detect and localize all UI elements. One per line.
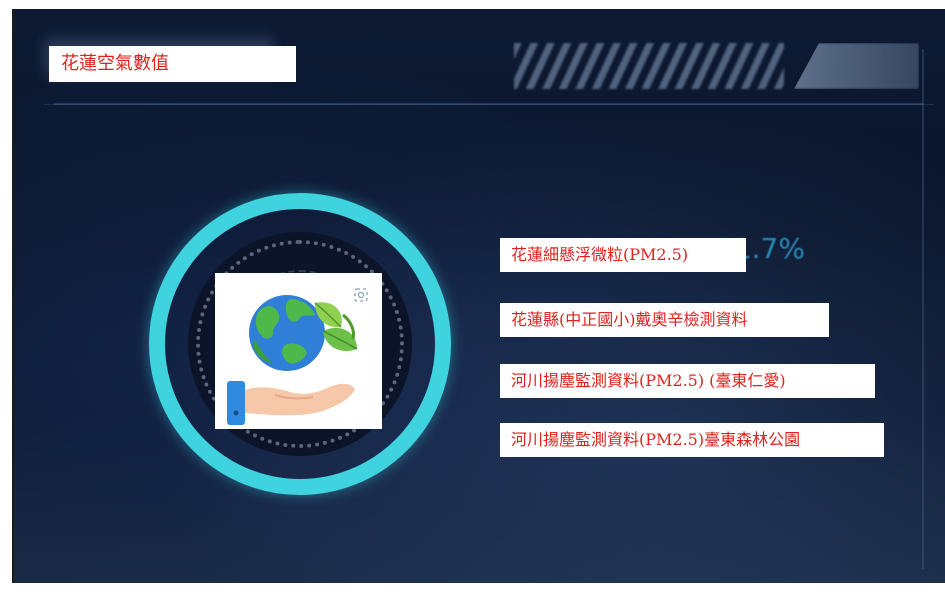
link-hualien-dioxin[interactable]: 花蓮縣(中正國小)戴奧辛檢測資料 [500, 303, 829, 337]
right-divider [922, 49, 924, 569]
page-title: 花蓮空氣數值 [49, 46, 296, 82]
header-divider [44, 104, 934, 105]
link-taitung-renai-dust[interactable]: 河川揚塵監測資料(PM2.5) (臺東仁愛) [500, 364, 875, 398]
zoom-icon [354, 288, 368, 302]
earth-in-hand-image [215, 273, 382, 429]
header-stripes-decoration [514, 43, 784, 89]
dashboard-background [14, 9, 945, 583]
link-taitung-forest-park-dust[interactable]: 河川揚塵監測資料(PM2.5)臺東森林公園 [500, 423, 884, 457]
earth-in-hand-icon [227, 288, 368, 425]
link-hualien-pm25[interactable]: 花蓮細懸浮微粒(PM2.5) [500, 238, 746, 272]
